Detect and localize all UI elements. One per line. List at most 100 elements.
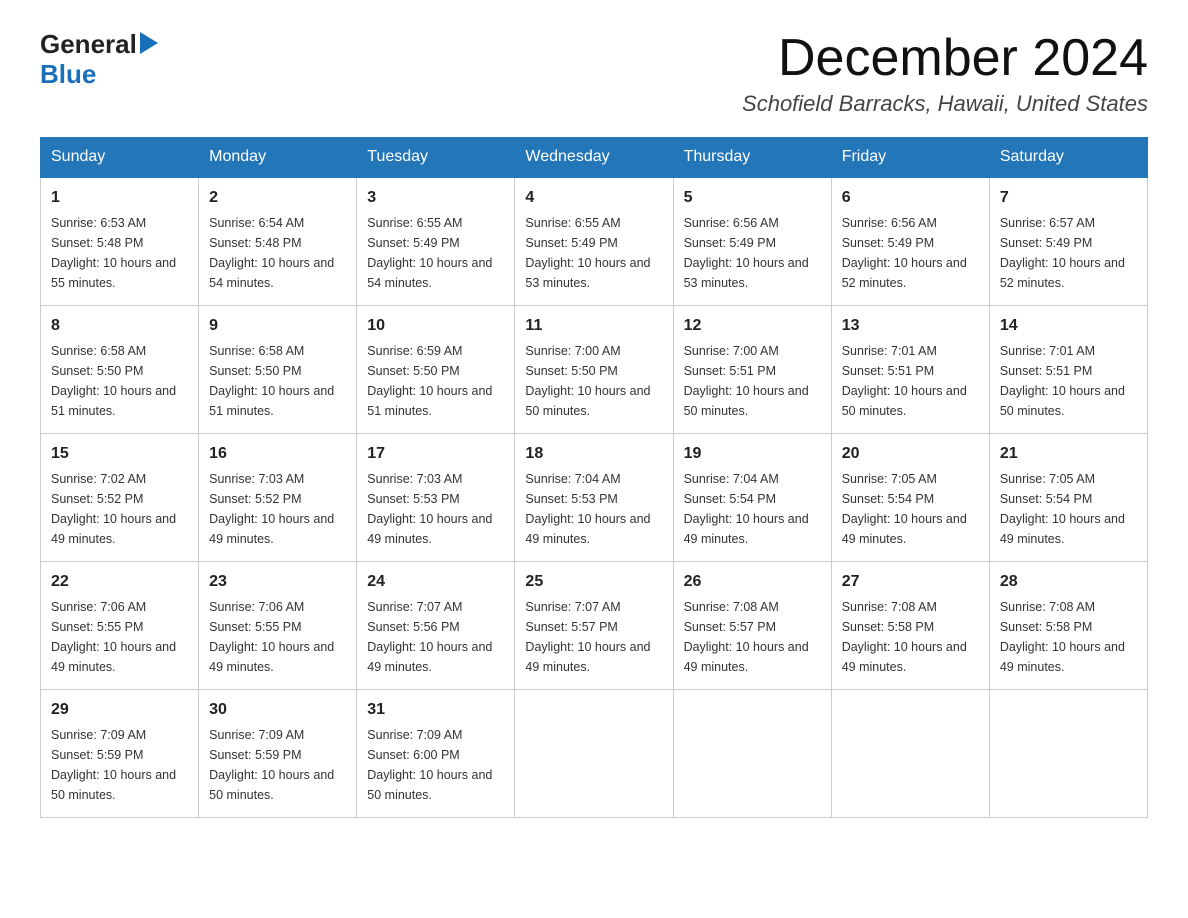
calendar-week-row: 29 Sunrise: 7:09 AMSunset: 5:59 PMDayligh… <box>41 690 1148 818</box>
day-info: Sunrise: 7:05 AMSunset: 5:54 PMDaylight:… <box>1000 469 1137 549</box>
calendar-cell: 3Sunrise: 6:55 AMSunset: 5:49 PMDaylight… <box>357 177 515 306</box>
calendar-cell: 23 Sunrise: 7:06 AMSunset: 5:55 PMDayligh… <box>199 562 357 690</box>
day-number: 5 <box>684 186 821 210</box>
day-info: Sunrise: 6:55 AMSunset: 5:49 PMDaylight:… <box>525 213 662 293</box>
calendar-cell: 17 Sunrise: 7:03 AMSunset: 5:53 PMDayligh… <box>357 434 515 562</box>
calendar-cell: 25 Sunrise: 7:07 AMSunset: 5:57 PMDayligh… <box>515 562 673 690</box>
day-number: 4 <box>525 186 662 210</box>
day-number: 13 <box>842 314 979 338</box>
calendar-cell: 7 Sunrise: 6:57 AMSunset: 5:49 PMDaylight… <box>989 177 1147 306</box>
day-info: Sunrise: 7:04 AMSunset: 5:53 PMDaylight:… <box>525 469 662 549</box>
calendar-week-row: 1 Sunrise: 6:53 AMSunset: 5:48 PMDaylight… <box>41 177 1148 306</box>
day-number: 10 <box>367 314 504 338</box>
calendar-cell: 13Sunrise: 7:01 AMSunset: 5:51 PMDayligh… <box>831 306 989 434</box>
day-number: 6 <box>842 186 979 210</box>
day-info: Sunrise: 7:07 AMSunset: 5:57 PMDaylight:… <box>525 597 662 677</box>
calendar-cell <box>989 690 1147 818</box>
day-info: Sunrise: 7:07 AMSunset: 5:56 PMDaylight:… <box>367 597 504 677</box>
logo-blue: Blue <box>40 60 158 90</box>
calendar-cell: 9 Sunrise: 6:58 AMSunset: 5:50 PMDaylight… <box>199 306 357 434</box>
calendar-cell: 26 Sunrise: 7:08 AMSunset: 5:57 PMDayligh… <box>673 562 831 690</box>
calendar-cell: 18 Sunrise: 7:04 AMSunset: 5:53 PMDayligh… <box>515 434 673 562</box>
header-saturday: Saturday <box>989 138 1147 178</box>
calendar-cell: 8 Sunrise: 6:58 AMSunset: 5:50 PMDaylight… <box>41 306 199 434</box>
calendar-cell: 20 Sunrise: 7:05 AMSunset: 5:54 PMDayligh… <box>831 434 989 562</box>
header-thursday: Thursday <box>673 138 831 178</box>
day-number: 7 <box>1000 186 1137 210</box>
calendar-cell: 5 Sunrise: 6:56 AMSunset: 5:49 PMDaylight… <box>673 177 831 306</box>
calendar-cell: 16 Sunrise: 7:03 AMSunset: 5:52 PMDayligh… <box>199 434 357 562</box>
day-number: 9 <box>209 314 346 338</box>
day-number: 18 <box>525 442 662 466</box>
day-number: 2 <box>209 186 346 210</box>
day-number: 31 <box>367 698 504 722</box>
day-info: Sunrise: 6:56 AMSunset: 5:49 PMDaylight:… <box>684 213 821 293</box>
header-sunday: Sunday <box>41 138 199 178</box>
day-info: Sunrise: 7:00 AMSunset: 5:50 PMDaylight:… <box>525 341 662 421</box>
day-info: Sunrise: 7:01 AMSunset: 5:51 PMDaylight:… <box>1000 341 1137 421</box>
header-monday: Monday <box>199 138 357 178</box>
calendar-cell <box>515 690 673 818</box>
logo: General Blue <box>40 30 158 90</box>
calendar-cell: 24 Sunrise: 7:07 AMSunset: 5:56 PMDayligh… <box>357 562 515 690</box>
day-number: 25 <box>525 570 662 594</box>
calendar-cell: 29 Sunrise: 7:09 AMSunset: 5:59 PMDayligh… <box>41 690 199 818</box>
calendar-header-row: SundayMondayTuesdayWednesdayThursdayFrid… <box>41 138 1148 178</box>
day-number: 21 <box>1000 442 1137 466</box>
calendar-cell: 1 Sunrise: 6:53 AMSunset: 5:48 PMDaylight… <box>41 177 199 306</box>
calendar-cell <box>673 690 831 818</box>
day-info: Sunrise: 6:59 AMSunset: 5:50 PMDaylight:… <box>367 341 504 421</box>
calendar-cell: 21 Sunrise: 7:05 AMSunset: 5:54 PMDayligh… <box>989 434 1147 562</box>
day-info: Sunrise: 6:57 AMSunset: 5:49 PMDaylight:… <box>1000 213 1137 293</box>
day-info: Sunrise: 7:03 AMSunset: 5:52 PMDaylight:… <box>209 469 346 549</box>
day-info: Sunrise: 7:09 AMSunset: 6:00 PMDaylight:… <box>367 725 504 805</box>
day-number: 24 <box>367 570 504 594</box>
day-number: 23 <box>209 570 346 594</box>
calendar-cell: 27 Sunrise: 7:08 AMSunset: 5:58 PMDayligh… <box>831 562 989 690</box>
day-info: Sunrise: 7:02 AMSunset: 5:52 PMDaylight:… <box>51 469 188 549</box>
logo-general: General <box>40 30 137 60</box>
calendar-cell: 22Sunrise: 7:06 AMSunset: 5:55 PMDayligh… <box>41 562 199 690</box>
day-number: 17 <box>367 442 504 466</box>
calendar-cell: 15Sunrise: 7:02 AMSunset: 5:52 PMDayligh… <box>41 434 199 562</box>
calendar-cell: 28Sunrise: 7:08 AMSunset: 5:58 PMDayligh… <box>989 562 1147 690</box>
calendar-cell: 12Sunrise: 7:00 AMSunset: 5:51 PMDayligh… <box>673 306 831 434</box>
day-number: 19 <box>684 442 821 466</box>
day-info: Sunrise: 6:58 AMSunset: 5:50 PMDaylight:… <box>209 341 346 421</box>
day-number: 29 <box>51 698 188 722</box>
day-info: Sunrise: 7:03 AMSunset: 5:53 PMDaylight:… <box>367 469 504 549</box>
day-number: 28 <box>1000 570 1137 594</box>
day-number: 27 <box>842 570 979 594</box>
calendar-cell: 6Sunrise: 6:56 AMSunset: 5:49 PMDaylight… <box>831 177 989 306</box>
day-number: 22 <box>51 570 188 594</box>
day-number: 8 <box>51 314 188 338</box>
day-number: 1 <box>51 186 188 210</box>
header-friday: Friday <box>831 138 989 178</box>
calendar-week-row: 15Sunrise: 7:02 AMSunset: 5:52 PMDayligh… <box>41 434 1148 562</box>
day-number: 20 <box>842 442 979 466</box>
header-wednesday: Wednesday <box>515 138 673 178</box>
day-info: Sunrise: 7:04 AMSunset: 5:54 PMDaylight:… <box>684 469 821 549</box>
day-number: 16 <box>209 442 346 466</box>
calendar-cell: 31 Sunrise: 7:09 AMSunset: 6:00 PMDayligh… <box>357 690 515 818</box>
day-number: 12 <box>684 314 821 338</box>
title-area: December 2024 Schofield Barracks, Hawaii… <box>742 30 1148 117</box>
calendar-cell: 4 Sunrise: 6:55 AMSunset: 5:49 PMDaylight… <box>515 177 673 306</box>
calendar-cell: 2 Sunrise: 6:54 AMSunset: 5:48 PMDaylight… <box>199 177 357 306</box>
day-info: Sunrise: 6:53 AMSunset: 5:48 PMDaylight:… <box>51 213 188 293</box>
calendar-week-row: 22 Sunrise: 7:06 AMSunset: 5:55 PMDayligh… <box>41 562 1148 690</box>
day-info: Sunrise: 7:09 AMSunset: 5:59 PMDaylight:… <box>209 725 346 805</box>
day-info: Sunrise: 7:08 AMSunset: 5:58 PMDaylight:… <box>842 597 979 677</box>
day-info: Sunrise: 6:58 AMSunset: 5:50 PMDaylight:… <box>51 341 188 421</box>
header: General Blue December 2024 Schofield Bar… <box>40 30 1148 117</box>
calendar-cell <box>831 690 989 818</box>
day-info: Sunrise: 7:06 AMSunset: 5:55 PMDaylight:… <box>209 597 346 677</box>
day-number: 26 <box>684 570 821 594</box>
day-info: Sunrise: 6:54 AMSunset: 5:48 PMDaylight:… <box>209 213 346 293</box>
calendar-cell: 19 Sunrise: 7:04 AMSunset: 5:54 PMDayligh… <box>673 434 831 562</box>
day-info: Sunrise: 7:09 AMSunset: 5:59 PMDaylight:… <box>51 725 188 805</box>
day-info: Sunrise: 7:08 AMSunset: 5:57 PMDaylight:… <box>684 597 821 677</box>
location-title: Schofield Barracks, Hawaii, United State… <box>742 91 1148 117</box>
day-info: Sunrise: 7:05 AMSunset: 5:54 PMDaylight:… <box>842 469 979 549</box>
calendar-table: SundayMondayTuesdayWednesdayThursdayFrid… <box>40 137 1148 818</box>
